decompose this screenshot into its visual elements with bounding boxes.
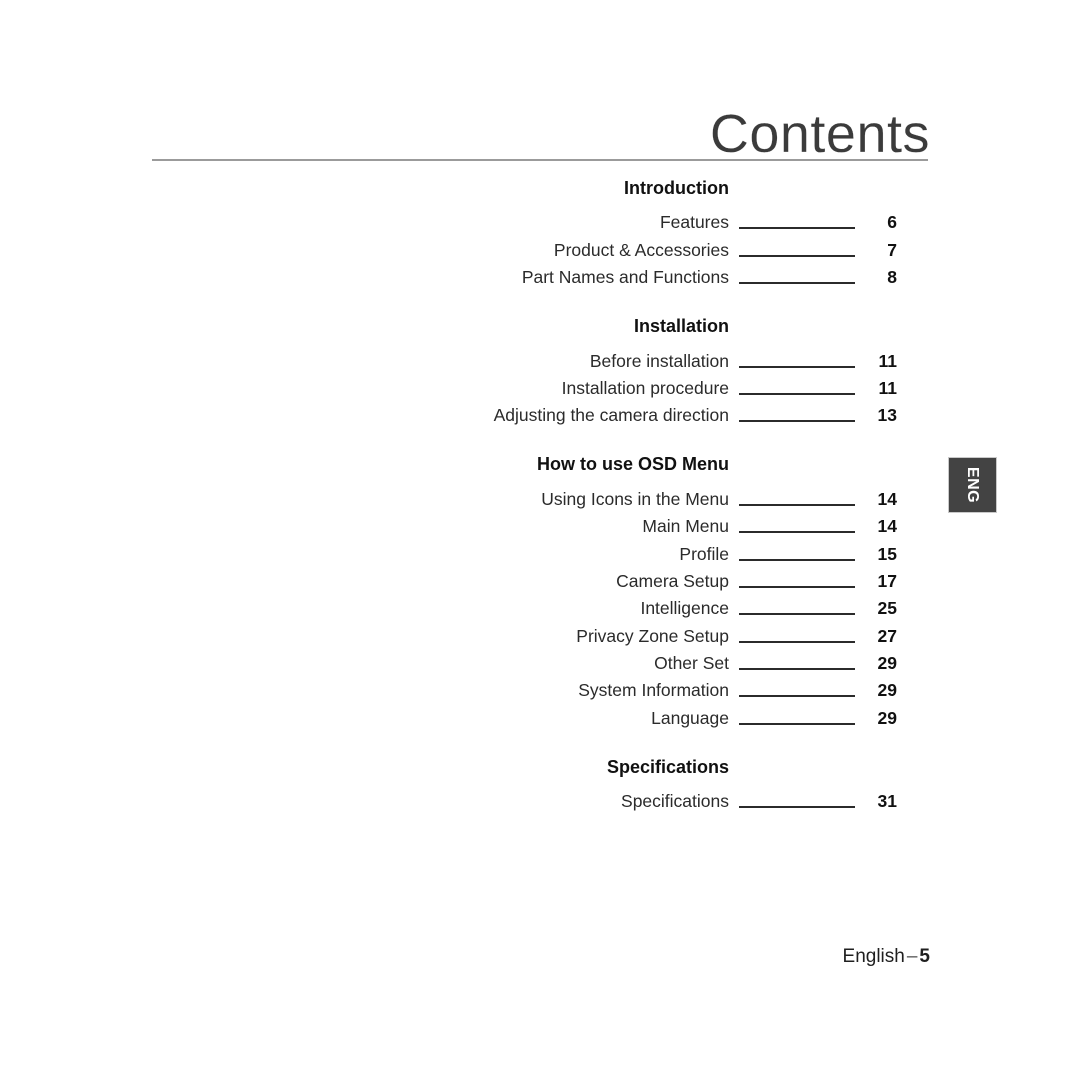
toc-entry-title: Camera Setup (616, 570, 729, 591)
toc-entry-page-number: 31 (877, 791, 897, 812)
page-title: Contents (709, 104, 930, 164)
toc-entry-title: Language (651, 707, 729, 728)
page-header: Contents (0, 0, 1080, 175)
toc-entry-title: Features (659, 212, 729, 233)
toc-leader-line (739, 695, 855, 698)
toc-entry[interactable]: Product & Accessories 7 (0, 233, 1080, 260)
toc-entry-title: Profile (679, 543, 729, 564)
toc-entry-title: System Information (578, 680, 729, 701)
toc-entry[interactable]: Main Menu 14 (0, 510, 1080, 537)
toc-entry-title: Installation procedure (561, 377, 729, 398)
toc-entry-page-number: 25 (877, 598, 897, 619)
toc-entry[interactable]: System Information 29 (0, 674, 1080, 701)
language-tab-label: ENG (964, 466, 982, 504)
toc-entry-title: Part Names and Functions (521, 267, 729, 288)
table-of-contents: Introduction Features 6 Product & Accessori… (0, 176, 1080, 812)
toc-entry-title: Privacy Zone Setup (576, 625, 729, 646)
toc-entry[interactable]: Before installation 11 (0, 344, 1080, 371)
toc-entry[interactable]: Installation procedure 11 (0, 372, 1080, 399)
footer-language-label: English (842, 946, 905, 967)
toc-entry-page-number: 11 (878, 377, 898, 398)
toc-leader-line (739, 365, 855, 368)
toc-entry-page-number: 7 (887, 239, 897, 260)
toc-entry[interactable]: Profile 15 (0, 537, 1080, 564)
toc-entry[interactable]: Specifications 31 (0, 785, 1080, 812)
toc-entry-title: Intelligence (640, 598, 729, 619)
toc-entry-title: Specifications (621, 791, 729, 812)
toc-leader-line (739, 531, 855, 534)
toc-section: Specifications Specifications 31 (0, 755, 1080, 812)
toc-leader-line (739, 558, 855, 561)
toc-entry-page-number: 29 (877, 653, 897, 674)
toc-entry[interactable]: Language 29 (0, 701, 1080, 728)
toc-entry-title: Product & Accessories (553, 239, 729, 260)
toc-entry[interactable]: Features 6 (0, 206, 1080, 233)
language-tab-eng: ENG (948, 457, 997, 513)
toc-entry[interactable]: Other Set 29 (0, 647, 1080, 674)
toc-leader-line (739, 392, 855, 395)
toc-entry-page-number: 14 (877, 516, 897, 537)
toc-entry-page-number: 29 (877, 680, 897, 701)
toc-leader-line (739, 806, 855, 809)
toc-section-heading: How to use OSD Menu (536, 454, 729, 475)
toc-entry-page-number: 15 (877, 543, 897, 564)
toc-entry-page-number: 14 (877, 488, 897, 509)
toc-entry-page-number: 27 (877, 625, 897, 646)
toc-leader-line (739, 254, 855, 257)
footer-page-number: 5 (919, 946, 930, 967)
toc-leader-line (739, 227, 855, 230)
toc-entry[interactable]: Privacy Zone Setup 27 (0, 619, 1080, 646)
toc-section-heading: Specifications (606, 756, 729, 777)
toc-entry[interactable]: Adjusting the camera direction 13 (0, 399, 1080, 426)
toc-leader-line (739, 640, 855, 643)
toc-entry-title: Main Menu (642, 516, 729, 537)
toc-entry-page-number: 11 (878, 350, 898, 371)
toc-leader-line (739, 613, 855, 616)
toc-leader-line (739, 282, 855, 285)
toc-entry[interactable]: Part Names and Functions 8 (0, 261, 1080, 288)
toc-entry[interactable]: Intelligence 25 (0, 592, 1080, 619)
toc-section-heading: Introduction (624, 178, 729, 198)
toc-entry-page-number: 13 (877, 405, 897, 426)
toc-leader-line (739, 585, 855, 588)
toc-section-heading: Installation (633, 316, 729, 337)
toc-entry-page-number: 29 (877, 707, 897, 728)
toc-leader-line (739, 722, 855, 725)
toc-entry-title: Other Set (654, 653, 729, 674)
toc-entry[interactable]: Camera Setup 17 (0, 565, 1080, 592)
toc-entry-title: Before installation (589, 350, 729, 371)
toc-entry-page-number: 17 (877, 570, 897, 591)
toc-entry-page-number: 6 (887, 212, 897, 233)
toc-section: How to use OSD Menu Using Icons in the Me… (0, 452, 1080, 729)
toc-leader-line (739, 503, 855, 506)
toc-section: Introduction Features 6 Product & Accessori… (0, 176, 1080, 288)
toc-section: Installation Before installation 11 Install… (0, 314, 1080, 426)
toc-entry-title: Using Icons in the Menu (541, 488, 729, 509)
toc-leader-line (739, 420, 855, 423)
header-divider-rule (152, 159, 928, 161)
footer-separator: – (906, 946, 918, 967)
toc-leader-line (739, 668, 855, 671)
toc-entry-title: Adjusting the camera direction (493, 405, 729, 426)
page-footer: English –5 (0, 944, 930, 970)
toc-entry-page-number: 8 (887, 267, 897, 288)
toc-entry[interactable]: Using Icons in the Menu 14 (0, 482, 1080, 509)
